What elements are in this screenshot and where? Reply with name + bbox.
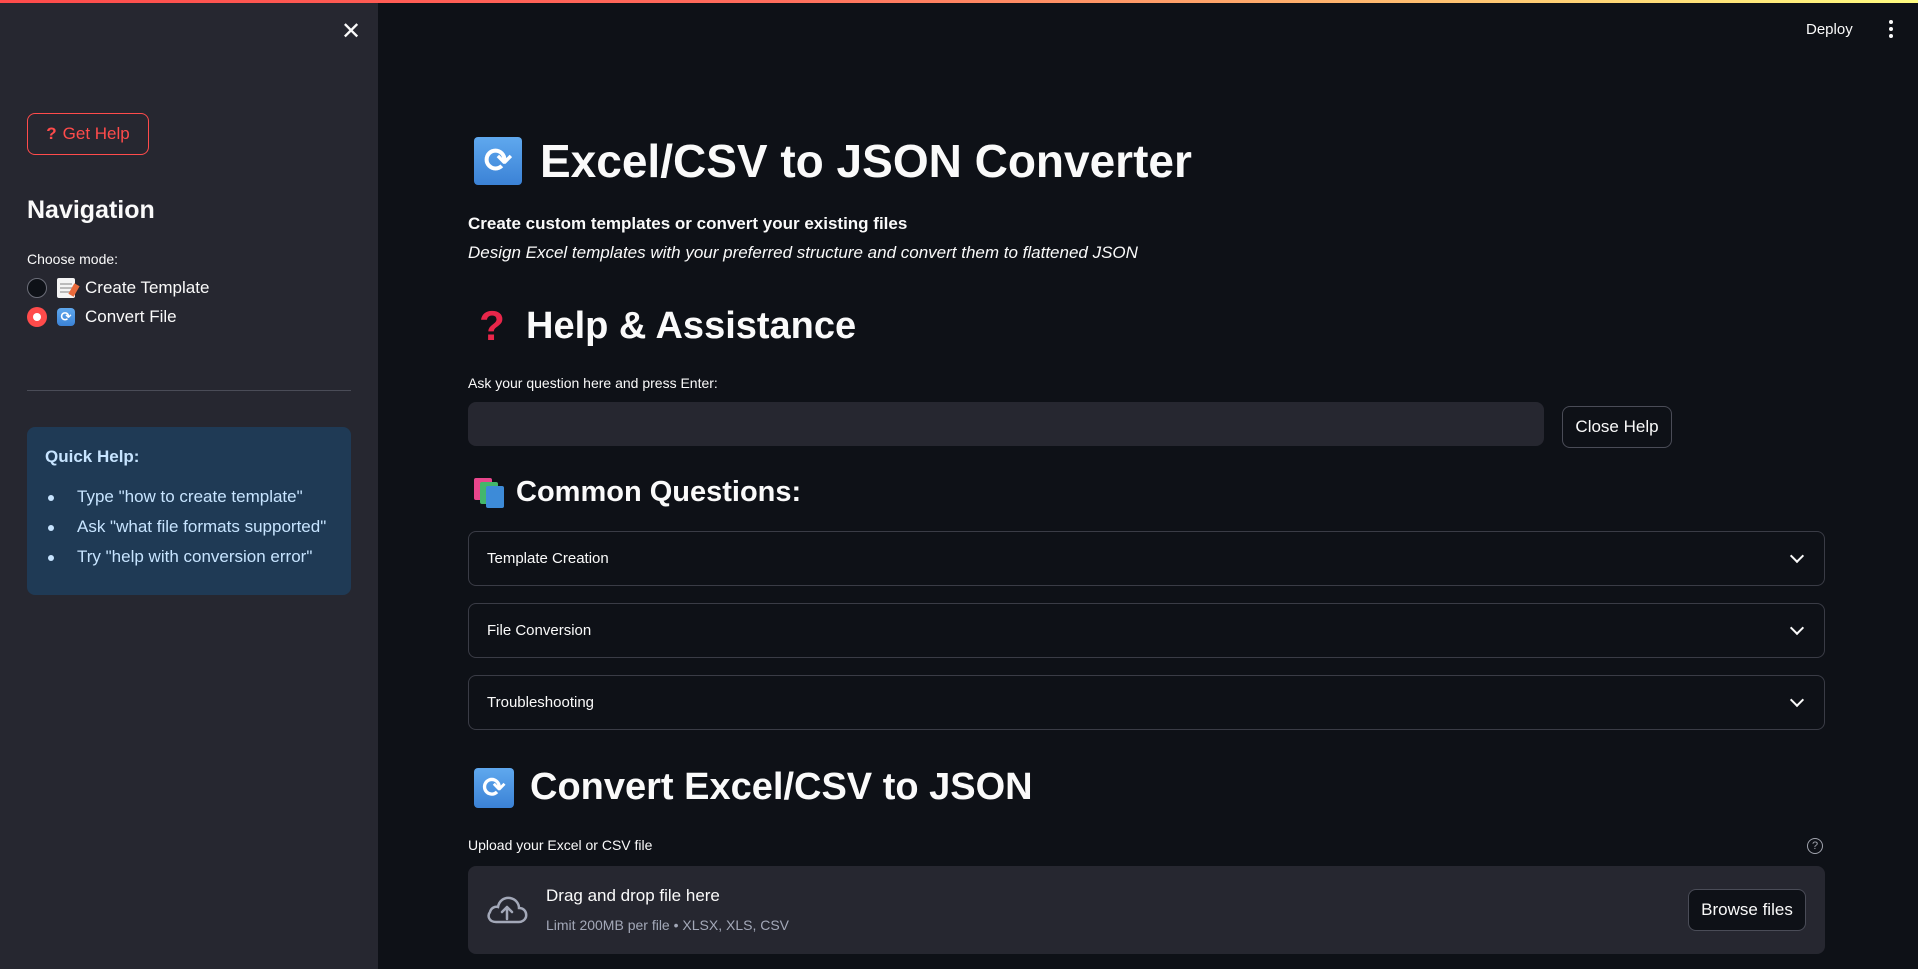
top-decoration-bar — [0, 0, 1918, 3]
common-questions-title: Common Questions: — [516, 476, 802, 508]
radio-button[interactable] — [27, 278, 47, 298]
expander-file-conversion[interactable]: File Conversion — [468, 603, 1825, 658]
help-tooltip-icon[interactable]: ? — [1807, 838, 1823, 854]
question-input[interactable] — [468, 402, 1544, 446]
common-questions-heading: Common Questions: — [474, 476, 801, 509]
expander-label: Troubleshooting — [487, 694, 595, 711]
quick-help-title: Quick Help: — [45, 447, 140, 466]
upload-label: Upload your Excel or CSV file — [468, 837, 653, 853]
more-menu-icon[interactable] — [1886, 18, 1896, 40]
arrows-cycle-icon: ⟳ — [474, 767, 514, 808]
radio-convert-file[interactable]: ⟳ Convert File — [27, 307, 177, 327]
quick-help-item: Type "how to create template" — [45, 487, 333, 507]
radio-button-selected[interactable] — [27, 307, 47, 327]
chevron-down-icon — [1789, 548, 1805, 564]
expander-label: Template Creation — [487, 550, 609, 567]
convert-section-title: Convert Excel/CSV to JSON — [530, 766, 1033, 808]
radio-label: Create Template — [85, 278, 210, 297]
subtitle-italic: Design Excel templates with your preferr… — [468, 243, 1138, 262]
quick-help-item: Try "help with conversion error" — [45, 547, 333, 567]
expander-troubleshooting[interactable]: Troubleshooting — [468, 675, 1825, 730]
radio-create-template[interactable]: Create Template — [27, 278, 209, 298]
get-help-label: Get Help — [62, 124, 130, 143]
dropzone-limit-text: Limit 200MB per file • XLSX, XLS, CSV — [546, 917, 790, 933]
chevron-down-icon — [1789, 692, 1805, 708]
help-section-title: Help & Assistance — [526, 304, 857, 347]
convert-section-heading: ⟳ Convert Excel/CSV to JSON — [474, 766, 1033, 809]
file-dropzone[interactable]: Drag and drop file here Limit 200MB per … — [468, 866, 1825, 954]
ask-question-label: Ask your question here and press Enter: — [468, 375, 718, 391]
question-mark-icon: ? — [479, 302, 505, 349]
expander-label: File Conversion — [487, 622, 592, 639]
close-help-button[interactable]: Close Help — [1562, 406, 1672, 448]
books-icon — [474, 477, 506, 508]
quick-help-box: Quick Help: Type "how to create template… — [27, 427, 351, 595]
page-title: ⟳ Excel/CSV to JSON Converter — [474, 134, 1192, 188]
subtitle-bold: Create custom templates or convert your … — [468, 214, 908, 233]
get-help-button[interactable]: ? Get Help — [27, 113, 149, 155]
arrows-cycle-icon: ⟳ — [57, 308, 75, 326]
radio-label: Convert File — [85, 307, 177, 326]
page-icon — [57, 278, 75, 298]
expander-template-creation[interactable]: Template Creation — [468, 531, 1825, 586]
navigation-title: Navigation — [27, 196, 155, 224]
chevron-down-icon — [1789, 620, 1805, 636]
question-mark-icon: ? — [46, 124, 57, 143]
help-section-heading: ? Help & Assistance — [474, 302, 856, 350]
quick-help-item: Ask "what file formats supported" — [45, 517, 333, 537]
sidebar: ✕ ? Get Help Navigation Choose mode: Cre… — [0, 0, 378, 969]
main-content: ⟳ Excel/CSV to JSON Converter Create cus… — [468, 0, 1825, 969]
browse-files-button[interactable]: Browse files — [1688, 889, 1806, 931]
page-title-text: Excel/CSV to JSON Converter — [540, 135, 1192, 187]
arrows-cycle-icon: ⟳ — [474, 137, 522, 185]
choose-mode-label: Choose mode: — [27, 251, 119, 267]
close-sidebar-icon[interactable]: ✕ — [338, 18, 364, 45]
dropzone-text: Drag and drop file here — [546, 886, 720, 905]
sidebar-divider — [27, 390, 351, 391]
cloud-upload-icon — [487, 896, 528, 924]
